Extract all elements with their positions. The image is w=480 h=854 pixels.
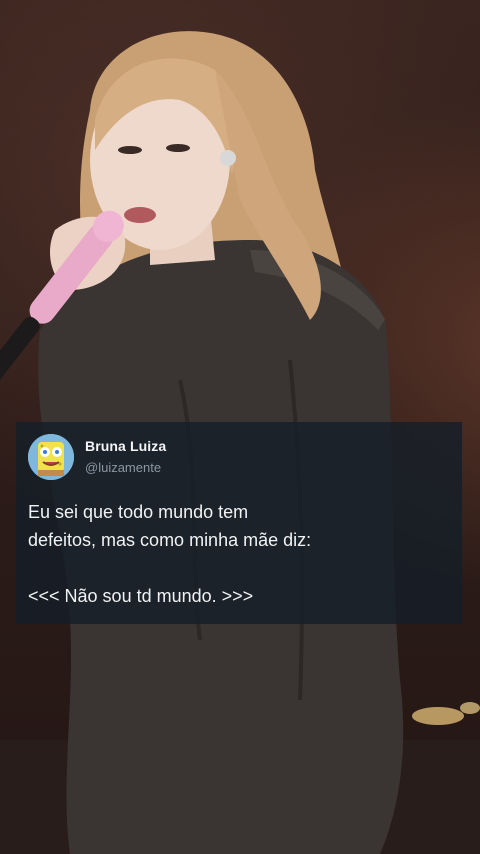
tweet-text: Eu sei que todo mundo tem defeitos, mas … [28, 498, 448, 610]
tweet-text-line-1: Eu sei que todo mundo tem [28, 502, 249, 522]
tweet-text-line-2: defeitos, mas como minha mãe diz: [28, 530, 312, 550]
tweet-text-line-3: <<< Não sou td mundo. >>> [28, 586, 254, 606]
tweet-card: Bruna Luiza @luizamente Eu sei que todo … [16, 422, 462, 624]
spongebob-avatar-icon [28, 434, 74, 480]
user-handle[interactable]: @luizamente [85, 460, 161, 475]
display-name[interactable]: Bruna Luiza [85, 438, 166, 454]
avatar[interactable] [28, 434, 74, 480]
